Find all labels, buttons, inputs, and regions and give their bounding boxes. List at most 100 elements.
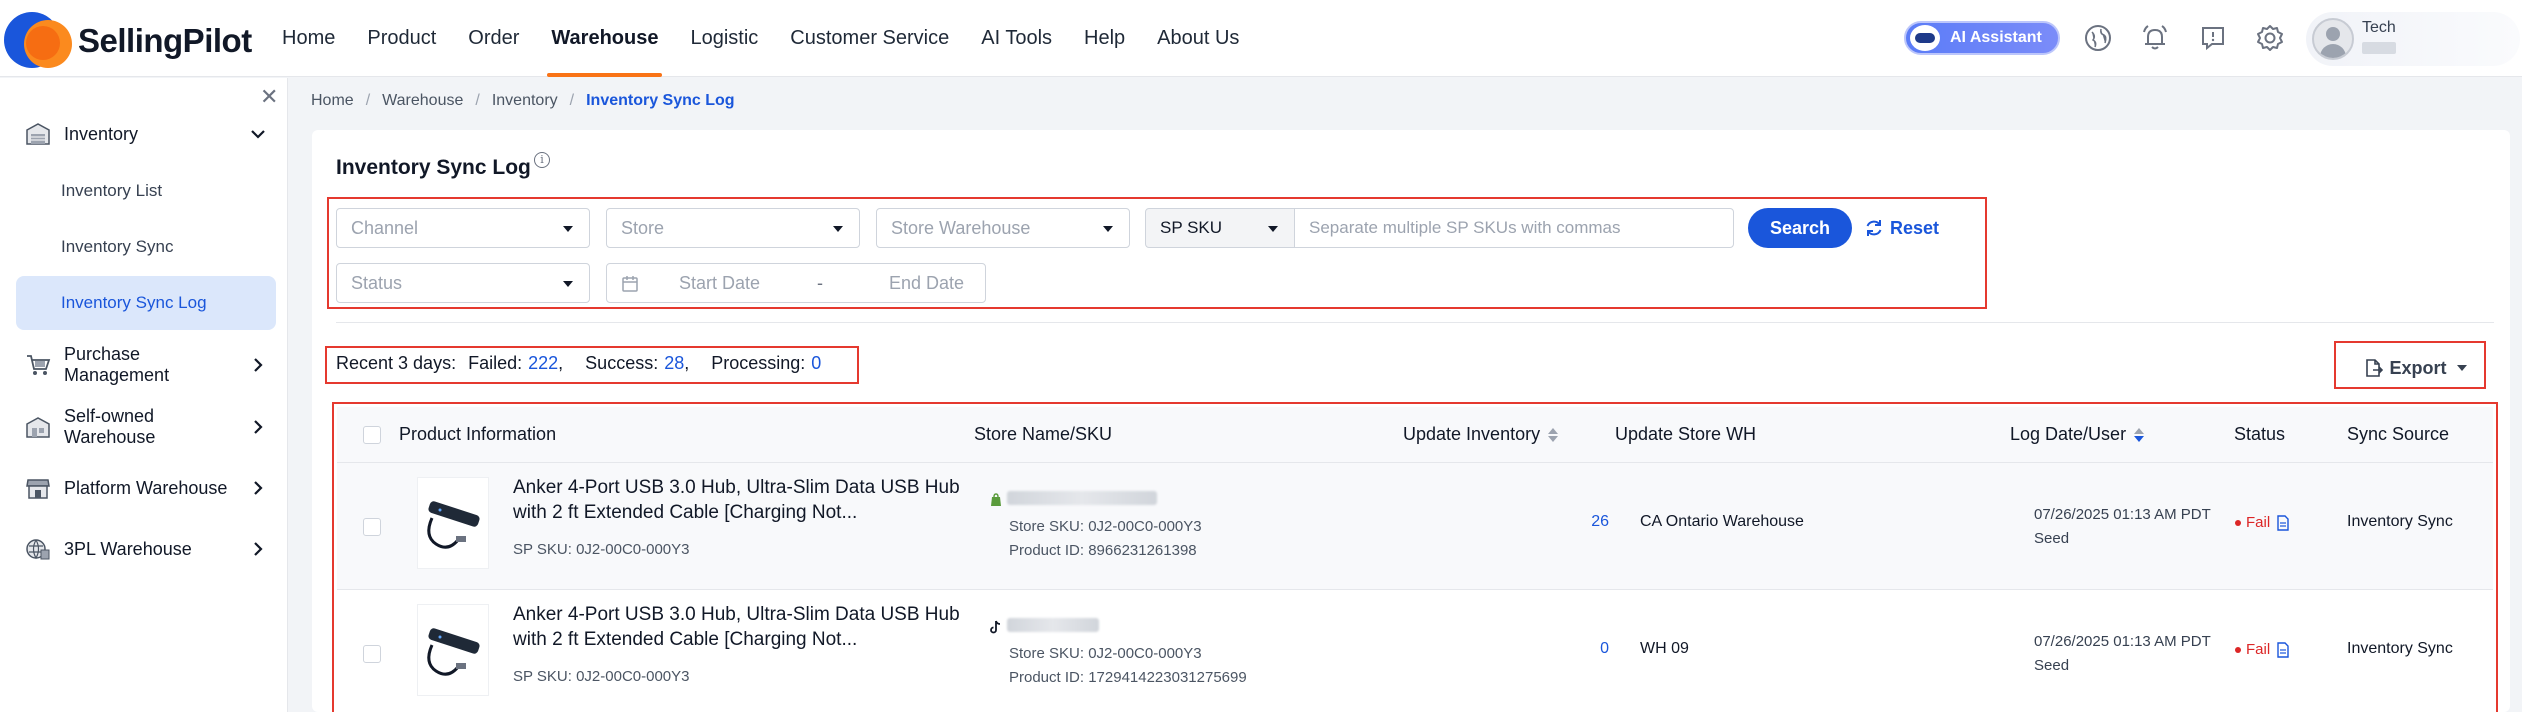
- nav-home[interactable]: Home: [266, 0, 351, 77]
- divider: [336, 322, 2494, 323]
- brand-name: SellingPilot: [78, 22, 252, 59]
- nav-customer-service[interactable]: Customer Service: [774, 0, 965, 77]
- row-checkbox[interactable]: [363, 518, 381, 536]
- row-checkbox[interactable]: [363, 645, 381, 663]
- user-sub-blurred: [2362, 42, 2396, 54]
- main-card: Inventory Sync Log i Channel Store Store…: [312, 130, 2510, 712]
- table-header: Product Information Store Name/SKU Updat…: [337, 407, 2493, 463]
- store-warehouse-placeholder: Store Warehouse: [891, 218, 1031, 238]
- product-id: Product ID: 8966231261398: [1009, 542, 1197, 559]
- export-label: Export: [2389, 357, 2447, 378]
- product-image: [417, 477, 489, 569]
- sku-search-input[interactable]: [1294, 208, 1734, 248]
- channel-select[interactable]: Channel: [336, 208, 590, 248]
- cart-icon: [24, 351, 52, 379]
- breadcrumb-separator: /: [365, 92, 371, 109]
- chevron-down-icon: [248, 129, 268, 139]
- warehouse-icon: [24, 120, 52, 148]
- column-store-name-sku: Store Name/SKU: [974, 424, 1113, 444]
- channel-placeholder: Channel: [351, 218, 419, 238]
- robot-icon: [1910, 25, 1940, 51]
- sidebar-group-platform-warehouse[interactable]: Platform Warehouse: [0, 468, 288, 508]
- log-detail-icon[interactable]: [2276, 514, 2290, 531]
- chevron-right-icon: [248, 480, 268, 496]
- sidebar-group-self-owned-warehouse[interactable]: Self-owned Warehouse: [0, 406, 288, 447]
- log-detail-icon[interactable]: [2276, 641, 2290, 658]
- breadcrumb-warehouse[interactable]: Warehouse: [382, 92, 463, 110]
- sidebar-item-inventory-list[interactable]: Inventory List: [16, 164, 276, 218]
- store-icon: [24, 474, 52, 502]
- bell-icon[interactable]: [2139, 22, 2171, 54]
- product-id: Product ID: 1729414223031275699: [1009, 669, 1247, 686]
- breadcrumb-current: Inventory Sync Log: [586, 92, 735, 109]
- end-date-input[interactable]: End Date: [889, 273, 964, 294]
- nav-warehouse[interactable]: Warehouse: [535, 0, 674, 77]
- sku-type-select[interactable]: SP SKU: [1145, 208, 1295, 248]
- breadcrumb-home[interactable]: Home: [311, 92, 354, 110]
- sidebar-group-label: Self-owned Warehouse: [64, 406, 156, 447]
- sidebar-group-label: Inventory: [64, 123, 139, 144]
- table-row: Anker 4-Port USB 3.0 Hub, Ultra-Slim Dat…: [337, 590, 2493, 712]
- sidebar-group-inventory[interactable]: Inventory: [0, 114, 288, 154]
- update-store-wh: WH 09: [1640, 640, 1689, 657]
- nav-ai-tools[interactable]: AI Tools: [965, 0, 1068, 77]
- column-update-inventory[interactable]: Update Inventory: [1403, 424, 1559, 445]
- column-product-information: Product Information: [399, 424, 557, 444]
- product-name[interactable]: Anker 4-Port USB 3.0 Hub, Ultra-Slim Dat…: [513, 602, 983, 652]
- table-row: Anker 4-Port USB 3.0 Hub, Ultra-Slim Dat…: [337, 463, 2493, 590]
- ai-assistant-button[interactable]: AI Assistant: [1904, 21, 2060, 55]
- reset-button[interactable]: Reset: [1864, 208, 1939, 248]
- log-date: 07/26/2025 01:13 AM PDT: [2034, 506, 2211, 523]
- brand-logo[interactable]: SellingPilot: [4, 6, 304, 72]
- product-image: [417, 604, 489, 696]
- nav-order[interactable]: Order: [452, 0, 535, 77]
- column-sync-source: Sync Source: [2347, 424, 2450, 444]
- sidebar-item-inventory-sync[interactable]: Inventory Sync: [16, 220, 276, 274]
- store-warehouse-select[interactable]: Store Warehouse: [876, 208, 1130, 248]
- user-menu[interactable]: Tech: [2306, 12, 2520, 66]
- info-icon[interactable]: i: [534, 152, 550, 168]
- store-select[interactable]: Store: [606, 208, 860, 248]
- breadcrumb: Home / Warehouse / Inventory / Inventory…: [311, 92, 735, 110]
- product-sp-sku: SP SKU: 0J2-00C0-000Y3: [513, 668, 690, 685]
- store-placeholder: Store: [621, 218, 665, 238]
- nav-logistic[interactable]: Logistic: [674, 0, 774, 77]
- shopify-icon: [989, 493, 1003, 507]
- globe-icon[interactable]: [2082, 22, 2114, 54]
- log-date-user: 07/26/2025 01:13 AM PDT Seed: [2034, 503, 2211, 551]
- product-name[interactable]: Anker 4-Port USB 3.0 Hub, Ultra-Slim Dat…: [513, 475, 983, 525]
- update-inventory-value: 26: [1591, 513, 1609, 530]
- chevron-right-icon: [248, 419, 268, 435]
- select-all-checkbox[interactable]: [363, 426, 381, 444]
- sidebar-group-label: Purchase Management: [64, 344, 170, 385]
- sidebar-group-3pl-warehouse[interactable]: 3PL Warehouse: [0, 529, 288, 569]
- status-select[interactable]: Status: [336, 263, 590, 303]
- chevron-right-icon: [248, 357, 268, 373]
- date-separator: -: [817, 273, 823, 293]
- start-date-input[interactable]: Start Date: [679, 273, 760, 294]
- status-placeholder: Status: [351, 273, 403, 293]
- log-date: 07/26/2025 01:13 AM PDT: [2034, 633, 2211, 650]
- sort-desc-icon: [2134, 427, 2145, 442]
- message-icon[interactable]: [2197, 22, 2229, 54]
- sidebar-group-purchase-management[interactable]: Purchase Management: [0, 344, 288, 385]
- column-log-date-user[interactable]: Log Date/User: [2010, 424, 2145, 445]
- close-icon[interactable]: ✕: [260, 84, 278, 110]
- nav-product[interactable]: Product: [351, 0, 452, 77]
- nav-about-us[interactable]: About Us: [1141, 0, 1255, 77]
- sync-summary: Recent 3 days: Failed: 222, Success: 28, P…: [336, 348, 843, 378]
- log-date-user: 07/26/2025 01:13 AM PDT Seed: [2034, 630, 2211, 678]
- gear-icon[interactable]: [2254, 22, 2286, 54]
- summary-failed: Failed: 222,: [468, 352, 564, 373]
- nav-help[interactable]: Help: [1068, 0, 1141, 77]
- ai-assistant-label: AI Assistant: [1950, 29, 2042, 46]
- date-range-picker[interactable]: Start Date - End Date: [606, 263, 986, 303]
- store-sku: Store SKU: 0J2-00C0-000Y3: [1009, 518, 1202, 535]
- log-user: Seed: [2034, 530, 2070, 547]
- export-button[interactable]: Export: [2354, 349, 2476, 387]
- search-button[interactable]: Search: [1748, 208, 1852, 248]
- sidebar: ✕ Inventory Inventory List Inventory Syn…: [0, 78, 288, 712]
- sidebar-item-inventory-sync-log[interactable]: Inventory Sync Log: [16, 276, 276, 330]
- breadcrumb-inventory[interactable]: Inventory: [492, 92, 558, 110]
- sidebar-group-label: Platform Warehouse: [64, 477, 228, 498]
